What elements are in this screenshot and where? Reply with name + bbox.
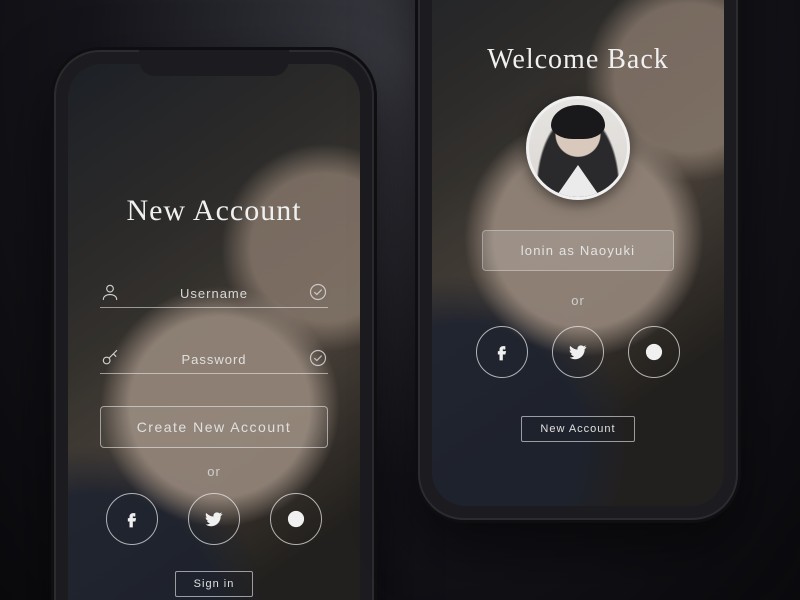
facebook-icon (122, 509, 142, 529)
or-divider: or (100, 464, 328, 479)
welcome-back-panel: Welcome Back lonin as Naoyuki or New Acc… (432, 44, 724, 442)
facebook-button[interactable] (476, 326, 528, 378)
dribbble-button[interactable] (270, 493, 322, 545)
key-icon (100, 348, 120, 373)
screen-new-account: New Account Username Password C (68, 64, 360, 600)
check-circle-icon (308, 348, 328, 373)
twitter-button[interactable] (552, 326, 604, 378)
username-field[interactable]: Username (100, 274, 328, 308)
user-avatar (526, 96, 630, 200)
facebook-icon (492, 342, 512, 362)
or-divider: or (464, 293, 692, 308)
dribbble-icon (644, 342, 664, 362)
login-as-button[interactable]: lonin as Naoyuki (482, 230, 674, 271)
new-account-title: New Account (100, 194, 328, 228)
screen-welcome-back: Welcome Back lonin as Naoyuki or New Acc… (432, 0, 724, 506)
dribbble-icon (286, 509, 306, 529)
dribbble-button[interactable] (628, 326, 680, 378)
phone-mockup-welcome-back: Welcome Back lonin as Naoyuki or New Acc… (418, 0, 738, 520)
signin-button[interactable]: Sign in (175, 571, 254, 597)
twitter-icon (204, 509, 224, 529)
welcome-back-title: Welcome Back (464, 44, 692, 76)
phone-mockup-new-account: New Account Username Password C (54, 50, 374, 600)
user-icon (100, 282, 120, 307)
new-account-button[interactable]: New Account (521, 416, 634, 442)
facebook-button[interactable] (106, 493, 158, 545)
username-placeholder: Username (120, 286, 308, 307)
social-login-row (100, 493, 328, 545)
device-notch (139, 50, 289, 76)
password-placeholder: Password (120, 352, 308, 373)
social-login-row (464, 326, 692, 378)
twitter-button[interactable] (188, 493, 240, 545)
check-circle-icon (308, 282, 328, 307)
new-account-form: New Account Username Password C (68, 194, 360, 597)
twitter-icon (568, 342, 588, 362)
password-field[interactable]: Password (100, 340, 328, 374)
create-account-button[interactable]: Create New Account (100, 406, 328, 448)
